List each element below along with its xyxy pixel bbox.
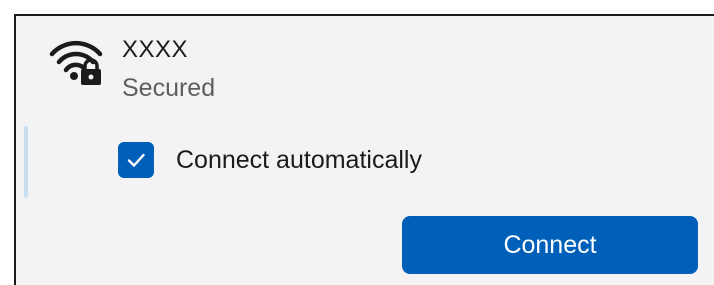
wifi-secured-icon: [46, 32, 106, 88]
connect-automatically-label: Connect automatically: [176, 145, 422, 174]
checkmark-icon: [127, 153, 145, 167]
connect-automatically-option[interactable]: Connect automatically: [118, 142, 422, 178]
wifi-network-item: XXXX Secured Connect automatically Conne…: [14, 14, 714, 285]
network-status: Secured: [122, 74, 216, 102]
lock-icon: [81, 58, 101, 85]
connect-automatically-checkbox[interactable]: [118, 142, 154, 178]
connect-button[interactable]: Connect: [402, 216, 698, 274]
network-name: XXXX: [122, 36, 189, 63]
selection-indicator: [24, 126, 28, 198]
